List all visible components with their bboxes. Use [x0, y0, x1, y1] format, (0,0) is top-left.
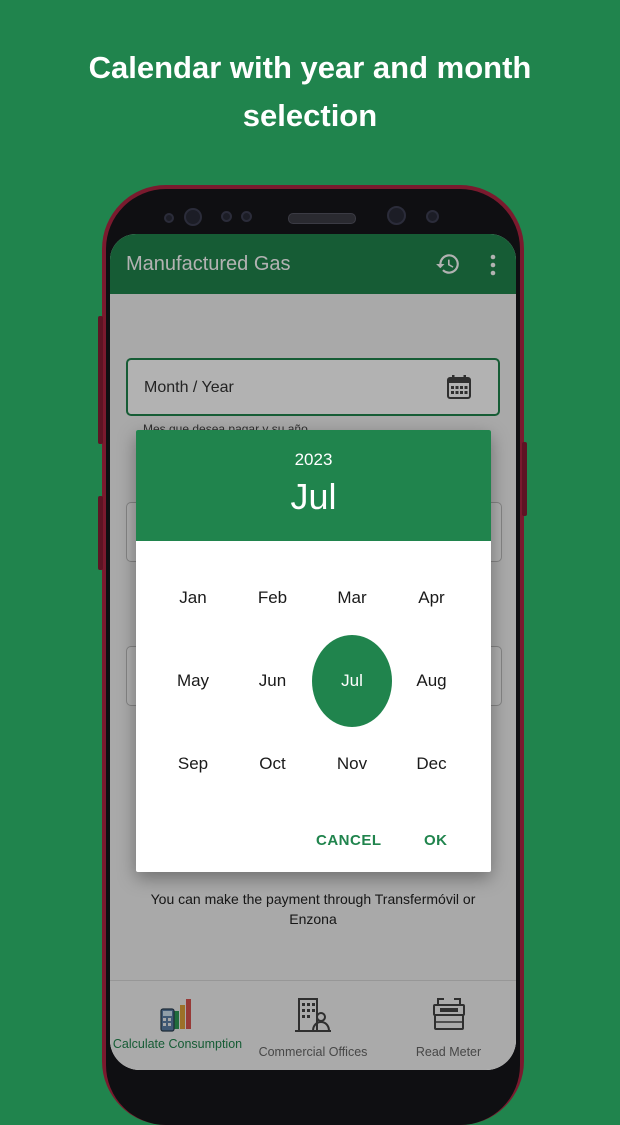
month-label: Apr — [418, 587, 445, 607]
month-cell-oct[interactable]: Oct — [233, 722, 313, 805]
month-cell-nov[interactable]: Nov — [312, 722, 392, 805]
month-cell-apr[interactable]: Apr — [392, 556, 472, 639]
month-label: Oct — [259, 753, 286, 773]
cancel-button[interactable]: CANCEL — [316, 832, 382, 849]
picker-year[interactable]: 2023 — [136, 450, 491, 470]
month-cell-sep[interactable]: Sep — [153, 722, 233, 805]
month-cell-may[interactable]: May — [153, 639, 233, 722]
month-cell-jan[interactable]: Jan — [153, 556, 233, 639]
promo-headline-line2: selection — [242, 98, 378, 133]
front-camera — [387, 206, 406, 225]
month-cell-jul[interactable]: Jul — [312, 634, 392, 727]
month-label: May — [176, 670, 210, 690]
picker-selected-month: Jul — [290, 476, 337, 517]
month-cell-feb[interactable]: Feb — [233, 556, 313, 639]
month-grid: Jan Feb Mar Apr May Jun Jul Aug Sep Oct Nov Dec — [153, 556, 473, 806]
month-cell-dec[interactable]: Dec — [392, 722, 472, 805]
month-label: Mar — [337, 587, 367, 607]
proximity-sensor — [221, 211, 232, 222]
month-label: Dec — [416, 753, 447, 773]
earpiece-speaker — [288, 213, 356, 224]
month-label: Feb — [257, 587, 288, 607]
iris-sensor — [426, 210, 439, 223]
volume-button — [98, 316, 103, 444]
month-label: Aug — [416, 670, 447, 690]
promo-headline: Calendar with year and month selection — [0, 44, 620, 140]
month-label: Jan — [179, 587, 207, 607]
power-button — [522, 442, 527, 516]
sensor-dot — [164, 213, 174, 223]
ok-button[interactable]: OK — [424, 832, 448, 849]
month-cell-jun[interactable]: Jun — [233, 639, 313, 722]
month-label: Jul — [312, 634, 392, 727]
promo-headline-line1: Calendar with year and month — [88, 50, 532, 85]
front-sensor — [184, 208, 202, 226]
month-year-picker-dialog: 2023 Jul Jan Feb Mar Apr May Jun Jul Aug Sep Oct N… — [136, 430, 491, 872]
light-sensor — [241, 211, 252, 222]
picker-header: 2023 Jul — [136, 430, 491, 541]
month-label: Nov — [336, 753, 368, 773]
month-cell-aug[interactable]: Aug — [392, 639, 472, 722]
bixby-button — [98, 496, 103, 570]
month-label: Jun — [258, 670, 287, 690]
month-label: Sep — [177, 753, 209, 773]
month-cell-mar[interactable]: Mar — [312, 556, 392, 639]
